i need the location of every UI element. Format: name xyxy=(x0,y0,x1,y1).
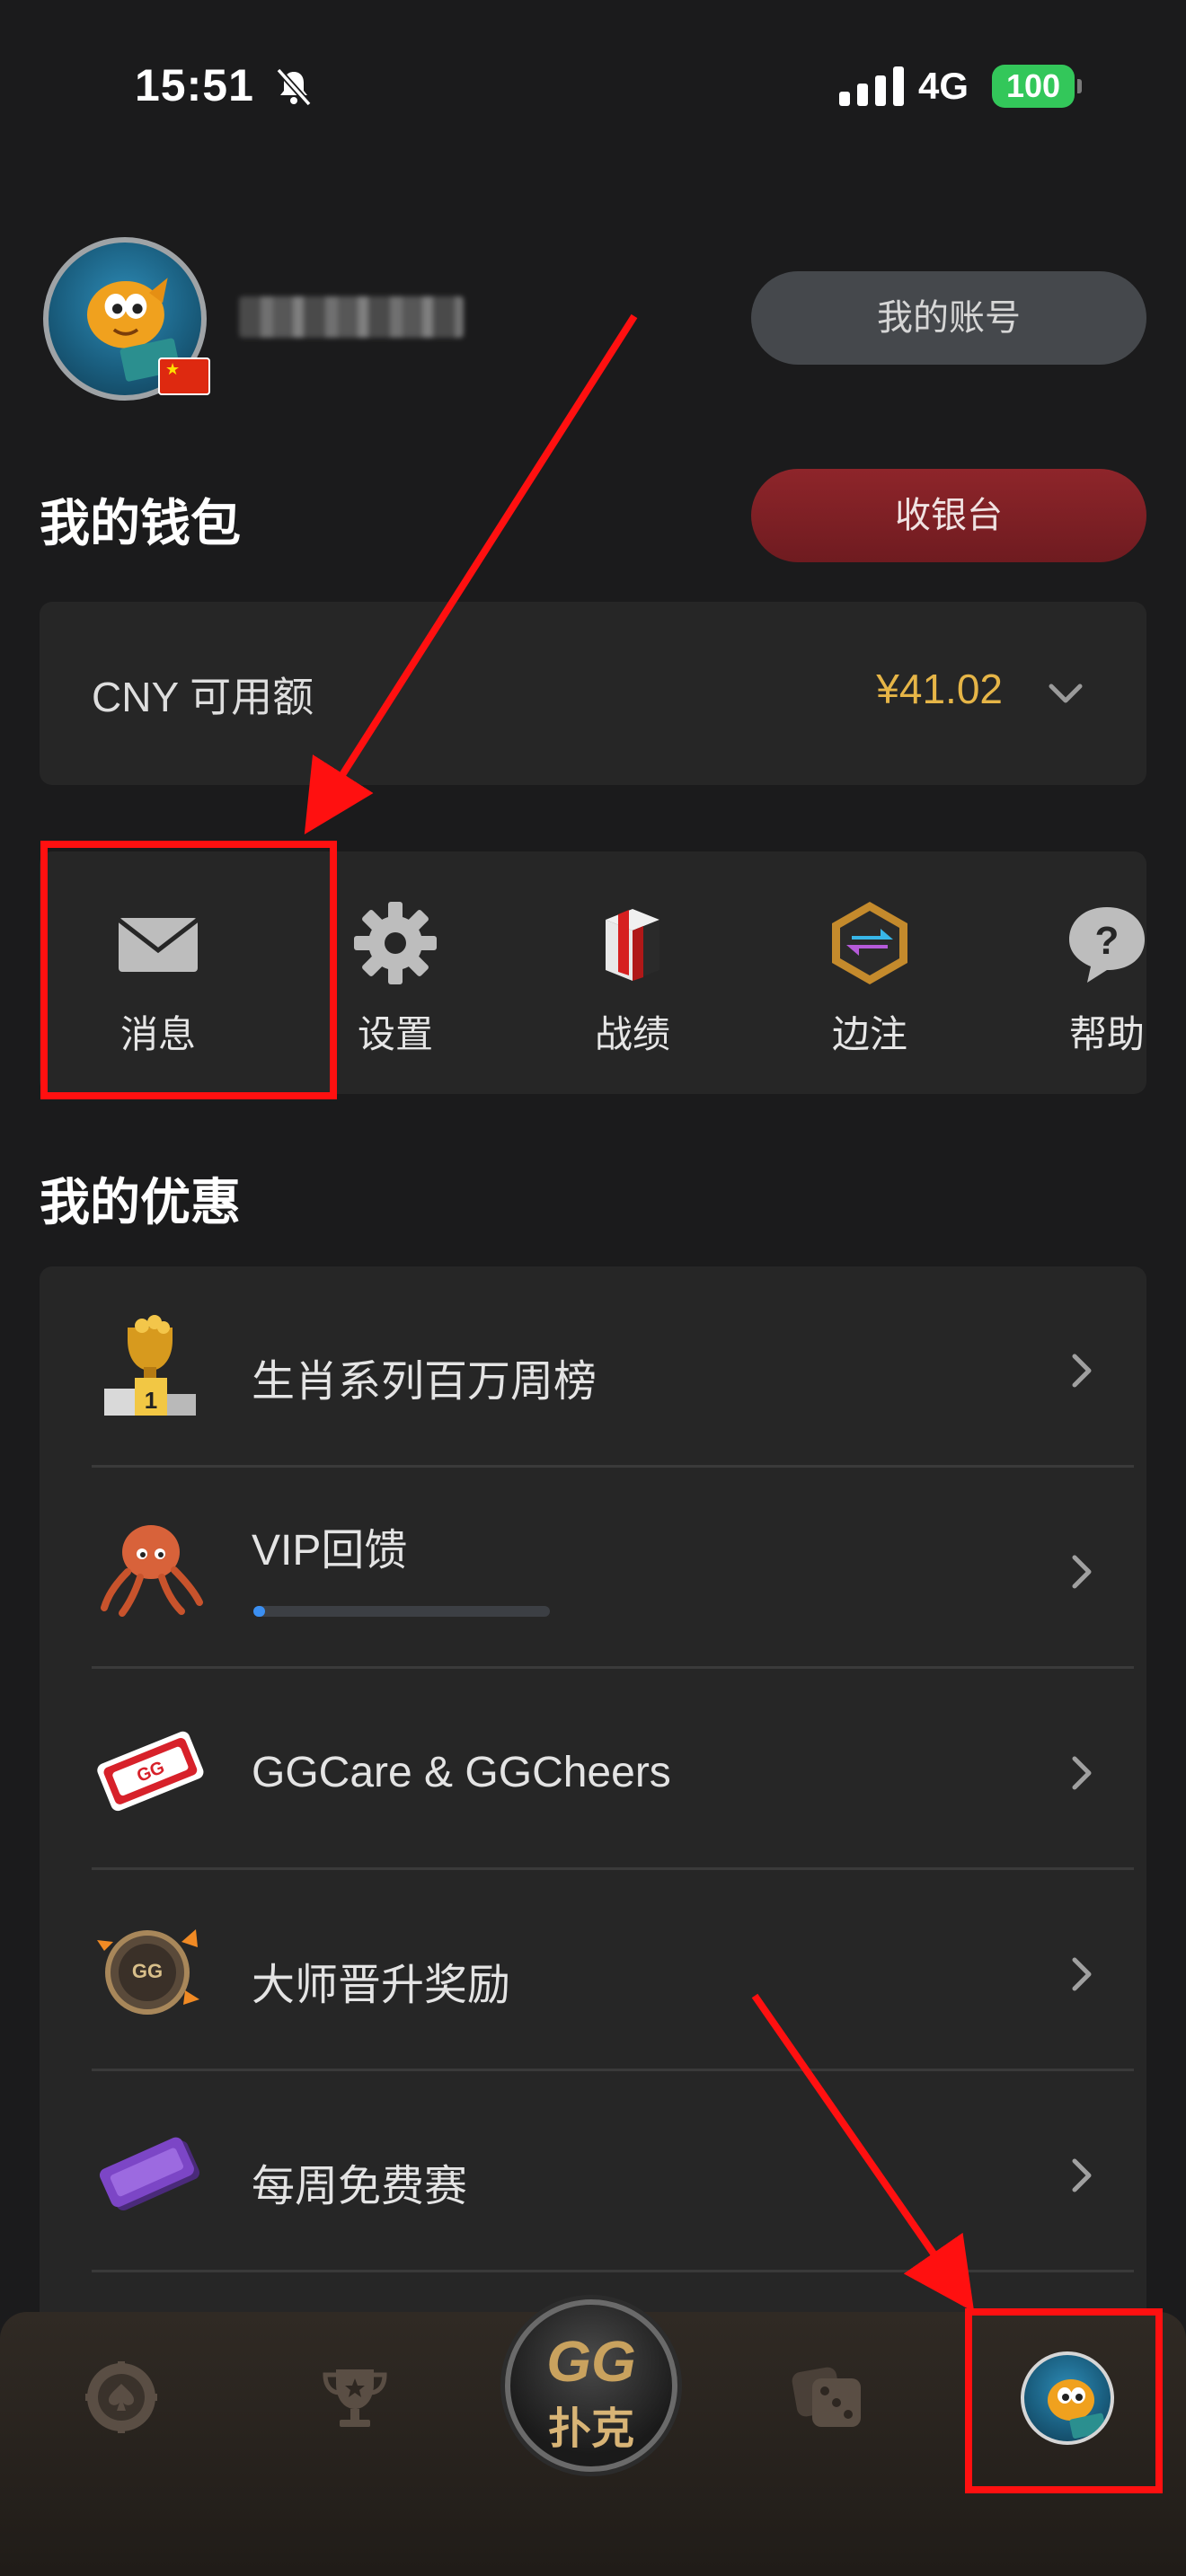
quick-action-label: 边注 xyxy=(831,1013,907,1055)
chevron-right-icon xyxy=(1072,1354,1092,1388)
list-item[interactable]: 1 生肖系列百万周榜 xyxy=(92,1266,1134,1468)
gg-logo-text: GG xyxy=(546,2329,636,2394)
cellular-signal-icon xyxy=(839,66,904,106)
svg-text:GG: GG xyxy=(132,1960,163,1982)
quick-action-side-bet[interactable]: 边注 xyxy=(751,851,988,1094)
stats-cube-icon xyxy=(606,909,659,981)
offers-heading: 我的优惠 xyxy=(40,1174,241,1231)
gear-icon xyxy=(354,902,437,984)
chevron-down-icon[interactable] xyxy=(1046,674,1085,713)
offer-title: VIP回馈 xyxy=(252,1527,408,1575)
network-type: 4G xyxy=(918,65,969,107)
side-bet-hex-icon xyxy=(832,902,907,984)
cashier-button[interactable]: 收银台 xyxy=(751,469,1146,562)
vip-progress-bar xyxy=(253,1606,550,1617)
list-item[interactable]: GG 大师晋升奖励 xyxy=(92,1870,1134,2071)
ggcheers-ticket-icon: GG xyxy=(97,1731,204,1812)
quick-action-help[interactable]: ? 帮助 xyxy=(988,851,1146,1094)
battery-nub xyxy=(1077,79,1082,93)
vip-progress-fill xyxy=(253,1606,266,1617)
status-time: 15:51 xyxy=(135,60,254,110)
gg-masters-badge-icon: GG xyxy=(97,1929,199,2015)
offer-title: 大师晋升奖励 xyxy=(252,1962,511,2009)
bell-muted-icon xyxy=(276,67,312,107)
trophy-icon[interactable] xyxy=(314,2357,395,2438)
annotation-box-profile-tab xyxy=(965,2308,1163,2493)
chevron-right-icon xyxy=(1072,1756,1092,1790)
quick-action-label: 帮助 xyxy=(1068,1013,1145,1055)
chevron-right-icon xyxy=(1072,1555,1092,1589)
free-ticket-icon xyxy=(99,2137,200,2211)
quick-action-label: 战绩 xyxy=(594,1013,670,1055)
trophy-podium-icon: 1 xyxy=(104,1315,196,1416)
wallet-heading: 我的钱包 xyxy=(40,495,241,551)
offer-title: 生肖系列百万周榜 xyxy=(252,1358,597,1406)
svg-text:?: ? xyxy=(1095,919,1120,963)
wallet-balance-card[interactable]: CNY 可用额 ¥41.02 xyxy=(40,602,1146,785)
my-account-button[interactable]: 我的账号 xyxy=(751,271,1146,365)
list-item[interactable]: GG GGCare & GGCheers xyxy=(92,1669,1134,1870)
poker-chip-icon[interactable] xyxy=(81,2357,162,2438)
offer-title: 每周免费赛 xyxy=(252,2163,468,2210)
username-redacted xyxy=(239,296,464,338)
octopus-icon xyxy=(101,1525,203,1617)
svg-text:1: 1 xyxy=(145,1387,157,1414)
list-item[interactable]: 每周免费赛 xyxy=(92,2071,1134,2272)
offer-title: GGCare & GGCheers xyxy=(252,1749,671,1796)
gg-logo-subtext: 扑克 xyxy=(547,2405,634,2453)
battery-indicator: 100 xyxy=(992,65,1075,108)
balance-amount: ¥41.02 xyxy=(876,666,1003,712)
gg-poker-logo[interactable]: GG 扑克 xyxy=(505,2299,677,2472)
balance-label: CNY 可用额 xyxy=(92,674,314,720)
chevron-right-icon xyxy=(1072,2158,1092,2192)
offers-list: 1 生肖系列百万周榜 VIP回馈 GG GGCare & GGCheers GG… xyxy=(40,1266,1146,2344)
quick-action-stats[interactable]: 战绩 xyxy=(514,851,751,1094)
china-flag-icon: ★ xyxy=(158,357,210,395)
annotation-box-messages xyxy=(40,841,337,1099)
help-bubble-icon: ? xyxy=(1069,907,1145,983)
list-item[interactable]: VIP回馈 xyxy=(92,1468,1134,1669)
chevron-right-icon xyxy=(1072,1957,1092,1991)
dice-icon[interactable] xyxy=(787,2357,868,2438)
